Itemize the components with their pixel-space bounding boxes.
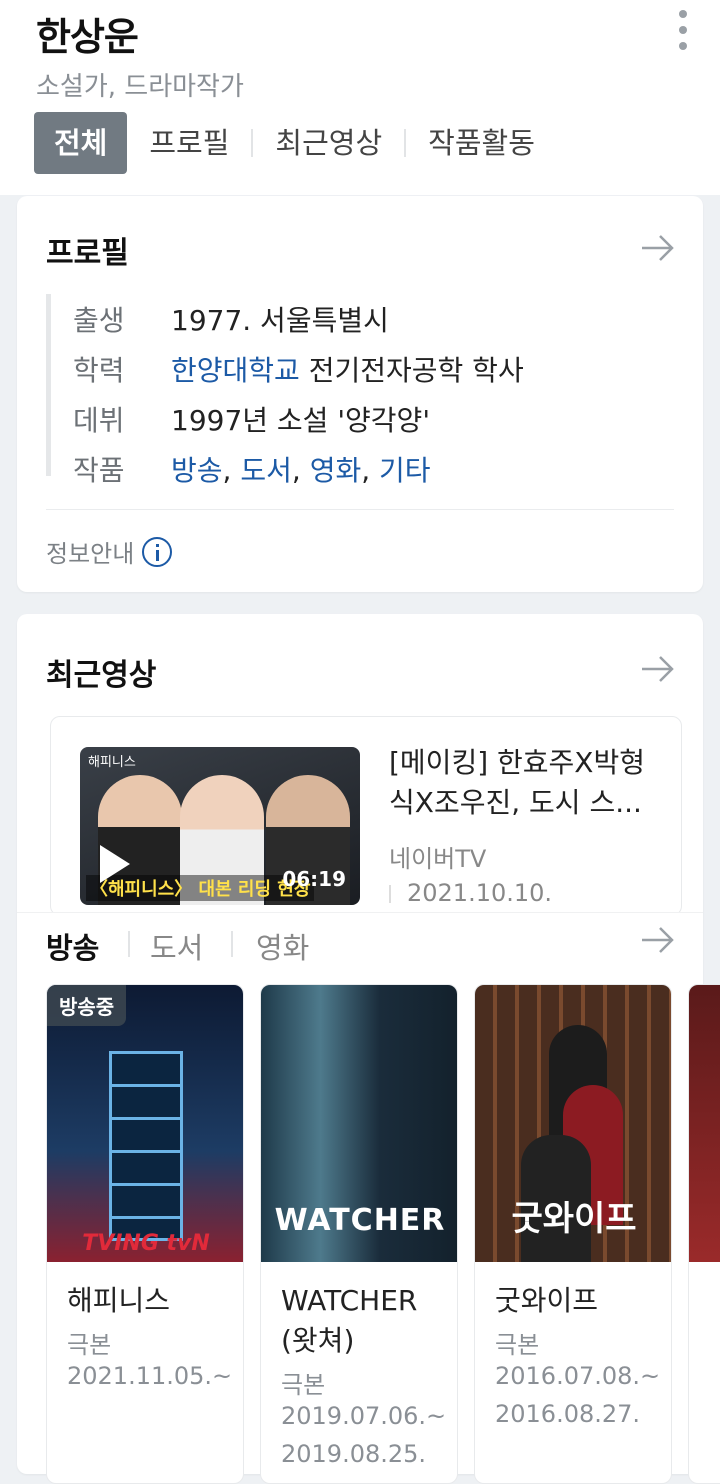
tab-profile[interactable]: 프로필 [127, 112, 251, 174]
work-dates: 2021.11.05.~ [67, 1357, 232, 1395]
works-separator: , [222, 454, 232, 487]
person-name: 한상운 [36, 15, 139, 59]
video-source: 네이버TV [389, 845, 487, 873]
profile-card: 프로필 출생 1977. 서울특별시 학력 한양대학교 전기전자공학 학사 데뷔… [17, 196, 703, 592]
profile-row-debut: 데뷔 1997년 소설 '양각양' [73, 394, 524, 444]
work-start-date: 2019.07.06.~ [281, 1402, 447, 1430]
works-tabs: 방송 도서 영화 [17, 912, 703, 982]
work-card-partial[interactable] [688, 984, 720, 1484]
profile-header: 한상운 소설가, 드라마작가 전체 프로필 최근영상 작품활동 [0, 0, 720, 195]
work-end-date: 2019.08.25. [281, 1440, 427, 1468]
arrow-right-icon[interactable] [640, 654, 676, 684]
subtab-divider [231, 931, 233, 957]
work-dates: 2019.07.06.~ 2019.08.25. [281, 1397, 446, 1473]
recent-videos-title: 최근영상 [46, 658, 157, 693]
status-badge: 방송중 [47, 985, 127, 1026]
subtab-books[interactable]: 도서 [150, 925, 203, 967]
work-poster[interactable]: 방송중 TVING tvN [47, 985, 243, 1262]
poster-logo: TVING tvN [82, 1231, 210, 1256]
profile-title: 프로필 [46, 236, 129, 271]
video-item[interactable]: 해피니스 〈해피니스〉 대본 리딩 현장 06:19 [메이킹] 한효주X박형식… [50, 716, 682, 916]
works-label: 작품 [73, 454, 125, 487]
debut-value: 1997년 소설 '양각양' [171, 404, 431, 437]
works-separator: , [291, 454, 301, 487]
works-link-books[interactable]: 도서 [240, 454, 292, 487]
works-link-etc[interactable]: 기타 [379, 454, 431, 487]
poster-logo: 굿와이프 [511, 1199, 637, 1239]
work-title[interactable]: 굿와이프 [495, 1281, 663, 1321]
info-guide[interactable]: 정보안내 [46, 534, 173, 569]
subtab-divider [128, 931, 130, 957]
work-start-date: 2016.07.08.~ [495, 1362, 661, 1390]
works-separator: , [361, 454, 371, 487]
work-title[interactable]: 해피니스 [67, 1281, 235, 1321]
debut-label: 데뷔 [73, 404, 125, 437]
works-link-movies[interactable]: 영화 [310, 454, 362, 487]
profile-row-education: 학력 한양대학교 전기전자공학 학사 [73, 344, 524, 394]
birth-label: 출생 [73, 304, 125, 337]
play-icon[interactable] [100, 845, 130, 883]
birth-value: 1977. 서울특별시 [171, 304, 389, 337]
info-icon[interactable] [142, 536, 173, 567]
tab-recent-videos[interactable]: 최근영상 [253, 112, 404, 174]
poster-art [109, 1051, 183, 1241]
work-card[interactable]: 방송중 TVING tvN 해피니스 극본 2021.11.05.~ [46, 984, 244, 1484]
works-link-broadcast[interactable]: 방송 [171, 454, 223, 487]
profile-list: 출생 1977. 서울특별시 학력 한양대학교 전기전자공학 학사 데뷔 199… [46, 294, 524, 487]
recent-videos-card: 최근영상 해피니스 〈해피니스〉 대본 리딩 현장 06:19 [메이킹] 한효… [17, 614, 720, 1484]
work-poster[interactable]: 굿와이프 [475, 985, 671, 1262]
arrow-right-icon[interactable] [640, 233, 676, 263]
profile-row-works: 작품 방송, 도서, 영화, 기타 [73, 444, 524, 494]
poster-logo: WATCHER [274, 1203, 446, 1238]
main-tabs: 전체 프로필 최근영상 작품활동 [34, 112, 557, 174]
card-divider [46, 509, 674, 510]
person-occupation: 소설가, 드라마작가 [36, 72, 244, 102]
thumbnail-tag: 해피니스 [88, 755, 136, 770]
work-role: 극본 [495, 1331, 540, 1359]
video-title[interactable]: [메이킹] 한효주X박형식X조우진, 도시 스... [389, 743, 659, 823]
work-card[interactable]: WATCHER WATCHER (왓쳐) 극본 2019.07.06.~ 201… [260, 984, 458, 1484]
work-poster[interactable]: WATCHER [261, 985, 457, 1262]
subtab-broadcast[interactable]: 방송 [46, 925, 99, 967]
arrow-right-icon[interactable] [640, 925, 676, 955]
tab-all[interactable]: 전체 [34, 112, 128, 174]
work-card[interactable]: 굿와이프 굿와이프 극본 2016.07.08.~ 2016.08.27. [474, 984, 672, 1484]
work-dates: 2016.07.08.~ 2016.08.27. [495, 1357, 660, 1433]
work-role: 극본 [281, 1371, 326, 1399]
education-detail: 전기전자공학 학사 [308, 354, 524, 387]
work-title[interactable]: WATCHER (왓쳐) [281, 1281, 449, 1361]
education-school-link[interactable]: 한양대학교 [171, 354, 300, 387]
education-label: 학력 [73, 354, 125, 387]
video-duration: 06:19 [282, 867, 346, 891]
info-label: 정보안내 [46, 540, 135, 568]
works-carousel: 방송중 TVING tvN 해피니스 극본 2021.11.05.~ WATCH… [46, 984, 720, 1484]
video-thumbnail[interactable]: 해피니스 〈해피니스〉 대본 리딩 현장 06:19 [80, 747, 360, 905]
more-options-icon[interactable] [676, 10, 690, 50]
video-date: 2021.10.10. [389, 879, 552, 907]
work-poster[interactable] [689, 985, 720, 1262]
work-role: 극본 [67, 1331, 112, 1359]
work-end-date: 2016.08.27. [495, 1400, 641, 1428]
subtab-movies[interactable]: 영화 [256, 925, 309, 967]
work-start-date: 2021.11.05.~ [67, 1362, 233, 1390]
tab-works[interactable]: 작품활동 [406, 112, 557, 174]
profile-row-birth: 출생 1977. 서울특별시 [73, 294, 524, 344]
